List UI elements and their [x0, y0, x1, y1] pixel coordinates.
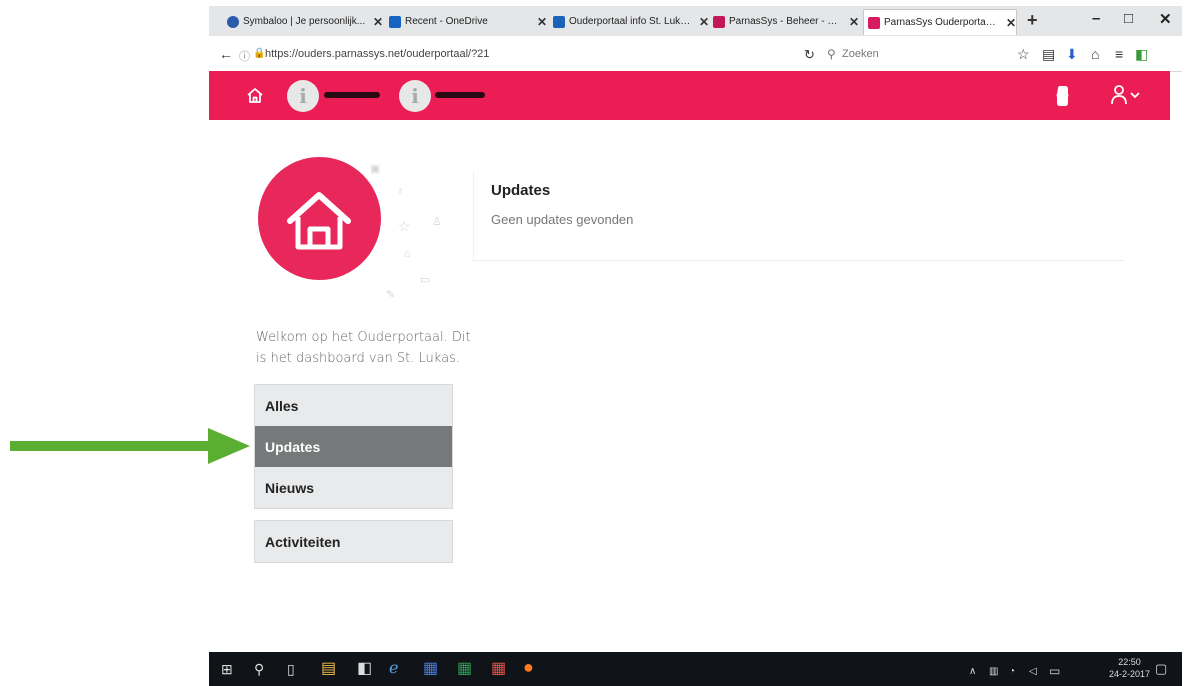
parnassys-favicon-icon — [868, 16, 880, 29]
close-tab-icon[interactable]: ✕ — [699, 15, 709, 29]
windows-start-icon[interactable]: ⊞ — [221, 660, 233, 678]
firefox-icon[interactable]: ● — [523, 658, 534, 676]
redacted-name — [435, 92, 485, 98]
onedrive-favicon-icon — [389, 15, 401, 28]
file-explorer-icon[interactable]: ▤ — [321, 660, 336, 678]
keyboard-icon[interactable]: ▭ — [1049, 662, 1060, 680]
home-icon[interactable]: ⌂ — [1091, 46, 1099, 62]
minimize-icon[interactable]: – — [1092, 10, 1100, 27]
student-avatar[interactable]: i — [287, 80, 319, 112]
browser-tab[interactable]: Ouderportaal info St. Luka... ✕ — [549, 9, 709, 34]
menu-item-alles[interactable]: Alles — [255, 385, 452, 426]
store-icon[interactable]: ◧ — [357, 660, 372, 678]
activities-menu: Activiteiten — [254, 520, 453, 563]
notifications-icon[interactable]: ▢ — [1155, 660, 1167, 678]
menu-icon[interactable]: ≡ — [1115, 46, 1123, 62]
info-icon[interactable]: ⓘ — [239, 48, 250, 64]
person-icon: ♙ — [432, 216, 442, 228]
lock-icon: 🔒 — [253, 48, 266, 59]
browser-nav-bar: ← ⓘ 🔒 https://ouders.parnassys.net/ouder… — [209, 37, 1182, 72]
tray-chevron-icon[interactable]: ∧ — [969, 663, 976, 681]
menu-item-activiteiten[interactable]: Activiteiten — [255, 521, 452, 562]
empty-message: Geen updates gevonden — [491, 212, 634, 227]
redacted-name — [324, 92, 380, 98]
extension-icon[interactable]: ◧ — [1135, 46, 1148, 63]
browser-tab[interactable]: Recent - OneDrive ✕ — [385, 9, 547, 34]
home-icon[interactable] — [246, 87, 264, 104]
paint-icon[interactable] — [1054, 85, 1070, 107]
welcome-text: Welkom op het Ouderportaal. Dit is het d… — [256, 330, 471, 366]
powerpoint-icon[interactable]: ▦ — [491, 660, 506, 678]
search-icon: ⚲ — [827, 47, 836, 61]
taskbar-clock[interactable]: 22:50 24-2-2017 — [1109, 656, 1150, 680]
symbaloo-favicon-icon — [227, 15, 239, 28]
windows-taskbar: ⊞ ⚲ ▯ ▤ ◧ ℯ ▦ ▦ ▦ ● ∧ ▥ ◔ ◁ ▭ 22:50 24-2… — [209, 652, 1182, 686]
close-tab-icon[interactable]: ✕ — [1006, 16, 1016, 30]
new-tab-icon[interactable]: + — [1027, 10, 1038, 31]
site-favicon-icon — [553, 15, 565, 28]
house-icon — [287, 192, 351, 250]
close-tab-icon[interactable]: ✕ — [849, 15, 859, 29]
volume-icon[interactable]: ◁ — [1029, 663, 1037, 681]
url-field[interactable]: https://ouders.parnassys.net/ouderportaa… — [265, 48, 489, 60]
menu-item-nieuws[interactable]: Nieuws — [255, 467, 452, 508]
panel-title: Updates — [491, 182, 551, 199]
user-menu-icon[interactable] — [1111, 84, 1141, 106]
back-icon[interactable]: ← — [219, 46, 233, 62]
close-tab-icon[interactable]: ✕ — [537, 15, 547, 29]
home-outline-icon: ⌂ — [404, 248, 411, 260]
calendar-icon: ▣ — [370, 163, 381, 175]
reload-icon[interactable]: ↻ — [804, 47, 815, 63]
chat-icon: ▭ — [420, 274, 431, 286]
annotation-arrow-icon — [10, 428, 250, 464]
clock-time: 22:50 — [1118, 657, 1141, 667]
close-window-icon[interactable]: ✕ — [1159, 10, 1172, 28]
browser-tab-active[interactable]: ParnasSys Ouderportaal - ... ✕ — [863, 9, 1017, 35]
wifi-icon[interactable]: ◔ — [1009, 663, 1015, 681]
browser-tab-bar: Symbaloo | Je persoonlijk... ✕ Recent - … — [209, 6, 1182, 36]
edit-icon: ✎ — [386, 289, 396, 301]
close-tab-icon[interactable]: ✕ — [373, 15, 383, 29]
edge-browser-icon[interactable]: ℯ — [389, 660, 398, 678]
menu-item-updates[interactable]: Updates — [255, 426, 452, 467]
download-icon[interactable]: ⬇ — [1066, 46, 1078, 63]
pin-icon: ♁ — [396, 185, 405, 197]
maximize-icon[interactable]: □ — [1124, 10, 1133, 27]
school-logo — [258, 157, 381, 280]
browser-tab[interactable]: ParnasSys - Beheer - Beheer ✕ — [709, 9, 859, 34]
filter-menu: Alles Updates Nieuws — [254, 384, 453, 509]
task-view-icon[interactable]: ▯ — [287, 660, 295, 678]
student-avatar[interactable]: i — [399, 80, 431, 112]
bookmark-star-icon[interactable]: ☆ — [1017, 46, 1030, 63]
reading-list-icon[interactable]: ▤ — [1042, 46, 1055, 63]
search-field[interactable]: Zoeken — [842, 48, 879, 60]
search-icon[interactable]: ⚲ — [254, 660, 264, 678]
star-icon: ☆ — [398, 218, 411, 234]
clock-date: 24-2-2017 — [1108, 669, 1150, 679]
excel-icon[interactable]: ▦ — [457, 660, 472, 678]
updates-panel: Updates Geen updates gevonden — [473, 170, 1124, 261]
browser-tab[interactable]: Symbaloo | Je persoonlijk... ✕ — [223, 9, 383, 34]
network-icon[interactable]: ▥ — [989, 663, 998, 681]
site-header: i i — [209, 71, 1170, 120]
parnassys-favicon-icon — [713, 15, 725, 28]
word-icon[interactable]: ▦ — [423, 660, 438, 678]
